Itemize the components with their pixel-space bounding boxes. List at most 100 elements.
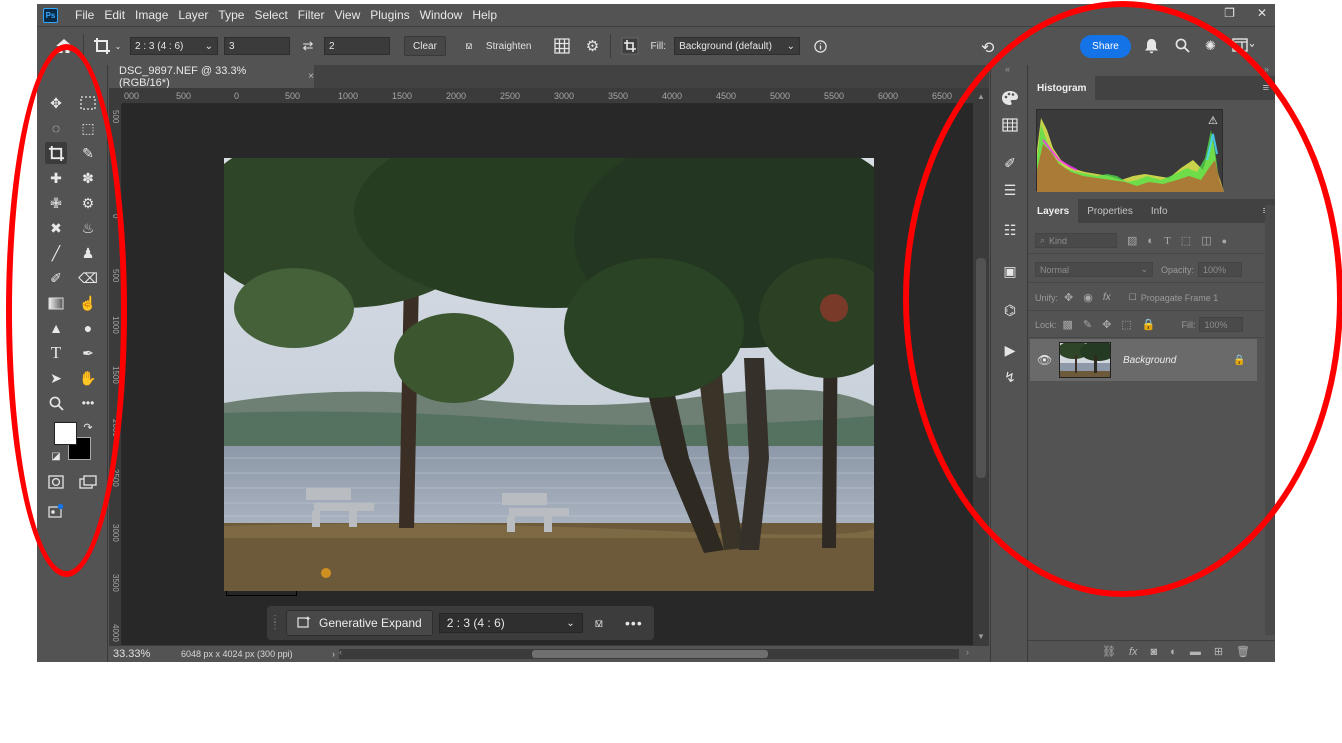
- close-icon[interactable]: ✕: [1257, 6, 1267, 20]
- content-aware-crop-icon[interactable]: [619, 37, 641, 55]
- sharpen-tool-icon[interactable]: ▲: [45, 317, 67, 339]
- menu-select[interactable]: Select: [249, 8, 292, 22]
- collapse-icon[interactable]: «: [40, 65, 45, 75]
- adjustments-panel-icon[interactable]: ☰: [999, 180, 1021, 200]
- foreground-color-swatch[interactable]: [54, 422, 77, 445]
- status-menu-arrow[interactable]: ›: [332, 649, 335, 659]
- lock-pixels-icon[interactable]: ✎: [1083, 318, 1092, 331]
- more-tools-icon[interactable]: •••: [77, 392, 99, 414]
- menu-help[interactable]: Help: [467, 8, 502, 22]
- spot-healing-tool-icon[interactable]: ✚: [45, 167, 67, 189]
- shape-layer-filter-icon[interactable]: ⬚: [1181, 234, 1191, 247]
- warning-icon[interactable]: ⚠: [1208, 114, 1218, 127]
- document-tab[interactable]: DSC_9897.NEF @ 33.3% (RGB/16*) ×: [109, 65, 314, 89]
- menu-file[interactable]: File: [70, 8, 99, 22]
- menu-edit[interactable]: Edit: [99, 8, 130, 22]
- ratio-height-input[interactable]: 2: [324, 37, 390, 55]
- filter-toggle-icon[interactable]: ●: [1222, 236, 1227, 246]
- type-layer-filter-icon[interactable]: T: [1164, 235, 1171, 247]
- share-button[interactable]: Share: [1080, 35, 1131, 58]
- default-colors-icon[interactable]: ◪: [49, 449, 63, 463]
- marquee-tool-icon[interactable]: [77, 92, 99, 114]
- healing-brush-tool-icon[interactable]: ✙: [45, 192, 67, 214]
- eyedropper-tool-icon[interactable]: ✎: [77, 142, 99, 164]
- history-brush-tool-icon[interactable]: ✐: [45, 267, 67, 289]
- vertical-scroll-thumb[interactable]: [976, 258, 986, 478]
- ratio-width-input[interactable]: 3: [224, 37, 290, 55]
- menu-filter[interactable]: Filter: [293, 8, 330, 22]
- menu-layer[interactable]: Layer: [173, 8, 213, 22]
- drag-handle-icon[interactable]: ⋮ ⋮: [270, 610, 280, 636]
- zoom-tool-icon[interactable]: [45, 392, 67, 414]
- layers-scrollbar[interactable]: [1265, 205, 1275, 635]
- type-tool-icon[interactable]: T: [45, 342, 67, 364]
- edit-toolbar-icon[interactable]: [45, 500, 67, 522]
- crop-tool-preset-icon[interactable]: ⌄: [92, 37, 122, 55]
- gear-icon[interactable]: ⚙: [584, 37, 602, 55]
- bell-icon[interactable]: [1144, 38, 1159, 54]
- lock-all-icon[interactable]: 🔒: [1142, 318, 1156, 331]
- straighten-icon[interactable]: ⟏: [460, 40, 478, 53]
- unify-style-icon[interactable]: fx: [1103, 292, 1111, 303]
- brushes-panel-icon[interactable]: ✐: [999, 153, 1021, 173]
- smudge-tool-icon[interactable]: ☝: [77, 292, 99, 314]
- screen-mode-icon[interactable]: [77, 471, 99, 493]
- tab-properties[interactable]: Properties: [1078, 199, 1142, 223]
- hand-tool-icon[interactable]: ✋: [77, 367, 99, 389]
- layer-name[interactable]: Background: [1123, 355, 1223, 366]
- crop-tool-icon[interactable]: [45, 142, 67, 164]
- info-icon[interactable]: [812, 39, 828, 53]
- layer-row-background[interactable]: 👁 Background 🔒: [1030, 339, 1257, 381]
- unify-visibility-icon[interactable]: ◉: [1083, 291, 1093, 304]
- tab-histogram[interactable]: Histogram: [1028, 76, 1096, 100]
- visibility-eye-icon[interactable]: 👁: [1037, 353, 1057, 367]
- clone-stamp-tool-icon[interactable]: ♟: [77, 242, 99, 264]
- history-panel-icon[interactable]: ↯: [999, 367, 1021, 387]
- menu-image[interactable]: Image: [130, 8, 173, 22]
- path-selection-tool-icon[interactable]: ➤: [45, 367, 67, 389]
- add-mask-icon[interactable]: ◙: [1151, 646, 1158, 658]
- scroll-up-icon[interactable]: ▲: [977, 92, 985, 101]
- horizontal-scrollbar[interactable]: ‹ ›: [339, 647, 969, 659]
- actions-panel-icon[interactable]: ▶: [999, 340, 1021, 360]
- document-image[interactable]: [224, 158, 874, 591]
- paragraph-panel-icon[interactable]: ☷: [999, 220, 1021, 240]
- scroll-left-icon[interactable]: ‹: [339, 647, 342, 657]
- ratio-preset-select[interactable]: 2 : 3 (4 : 6) ⌄: [130, 37, 218, 55]
- scroll-down-icon[interactable]: ▼: [977, 632, 985, 641]
- workspace-icon[interactable]: [1232, 38, 1254, 53]
- panel-menu-icon[interactable]: ≡: [1263, 82, 1269, 94]
- more-options-icon[interactable]: •••: [625, 615, 643, 631]
- pixel-layer-filter-icon[interactable]: ▨: [1127, 234, 1137, 247]
- zoom-level[interactable]: 33.33%: [113, 648, 173, 660]
- remove-tool-icon[interactable]: ✽: [77, 167, 99, 189]
- task-bar-ratio-select[interactable]: 2 : 3 (4 : 6) ⌄: [438, 613, 583, 633]
- clear-button[interactable]: Clear: [404, 36, 446, 56]
- home-icon[interactable]: [53, 38, 75, 54]
- adjustment-layer-filter-icon[interactable]: ◐: [1147, 235, 1154, 247]
- generative-expand-button[interactable]: Generative Expand: [286, 610, 433, 636]
- discover-lightbulb-icon[interactable]: ✺: [1205, 38, 1216, 54]
- fill-select[interactable]: Background (default) ⌄: [674, 37, 801, 55]
- pen-tool-icon[interactable]: ✒: [77, 342, 99, 364]
- eraser-tool-icon[interactable]: ⌫: [77, 267, 99, 289]
- color-panel-icon[interactable]: [999, 88, 1021, 108]
- lasso-tool-icon[interactable]: ◌: [45, 117, 67, 139]
- object-selection-tool-icon[interactable]: ⬚: [77, 117, 99, 139]
- lock-position-icon[interactable]: ✥: [1102, 318, 1111, 331]
- adjustment-layer-icon[interactable]: ◐: [1170, 646, 1177, 658]
- reset-icon[interactable]: ⟲: [981, 38, 994, 58]
- menu-view[interactable]: View: [329, 8, 365, 22]
- straighten-button[interactable]: Straighten: [486, 41, 532, 52]
- swatches-panel-icon[interactable]: [999, 115, 1021, 135]
- gradient-tool-icon[interactable]: [45, 292, 67, 314]
- menu-type[interactable]: Type: [213, 8, 249, 22]
- content-aware-move-icon[interactable]: ⚙: [77, 192, 99, 214]
- link-layers-icon[interactable]: ⛓: [1102, 645, 1116, 658]
- libraries-panel-icon[interactable]: ▣: [999, 261, 1021, 281]
- blend-mode-select[interactable]: Normal ⌄: [1035, 262, 1153, 277]
- swap-colors-icon[interactable]: ↷: [81, 420, 95, 434]
- new-layer-icon[interactable]: ⊞: [1214, 645, 1223, 658]
- scroll-right-icon[interactable]: ›: [966, 647, 969, 657]
- expand-icon[interactable]: «: [1005, 64, 1010, 74]
